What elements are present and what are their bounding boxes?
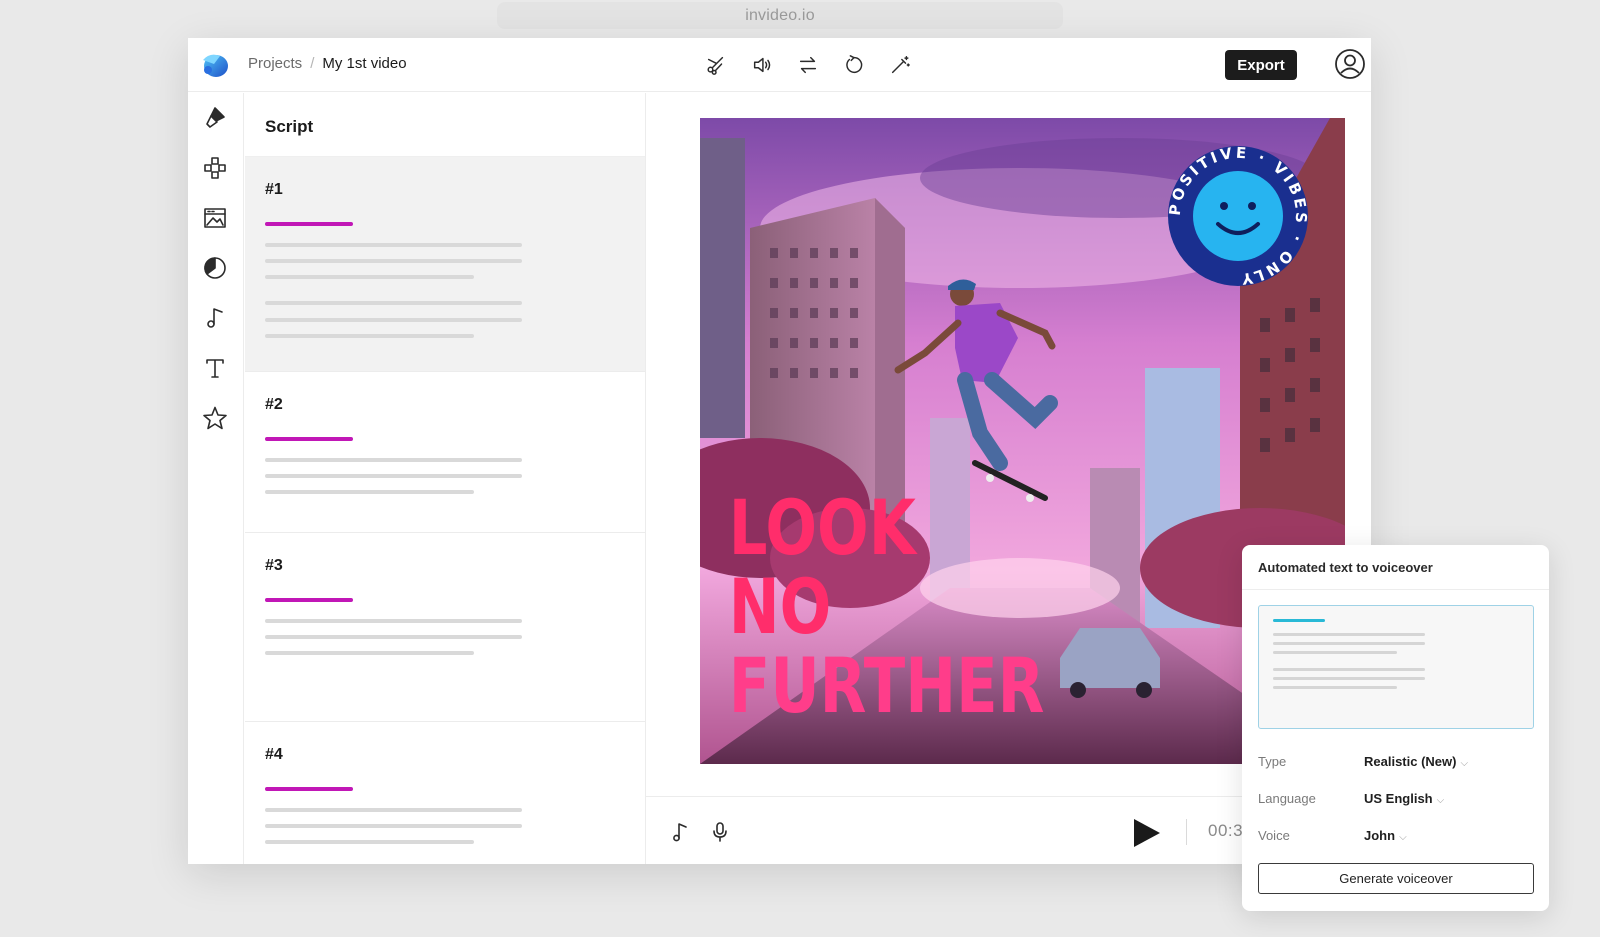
generate-voiceover-button[interactable]: Generate voiceover — [1258, 863, 1534, 894]
voiceover-text-line — [1273, 686, 1397, 689]
language-value: US English — [1364, 791, 1433, 806]
scene-text-line — [265, 334, 474, 338]
chevron-down-icon: ⌵ — [1460, 758, 1469, 769]
voiceover-text-line — [1273, 668, 1425, 671]
language-label: Language — [1258, 791, 1316, 806]
breadcrumb-separator: / — [310, 55, 315, 72]
voice-select[interactable]: John ⌵ — [1364, 828, 1407, 843]
chevron-down-icon: ⌵ — [1436, 795, 1445, 806]
scene-text-line — [265, 619, 522, 623]
scene-text-line — [265, 259, 522, 263]
voiceover-accent-bar — [1273, 619, 1325, 622]
scene-text-line — [265, 651, 474, 655]
scene-text-line — [265, 301, 522, 305]
scene-text-line — [265, 474, 522, 478]
scene-text-line — [265, 243, 522, 247]
script-title: Script — [245, 93, 645, 157]
scene-text-line — [265, 824, 522, 828]
voice-value: John — [1364, 828, 1396, 843]
scene-accent-bar — [265, 222, 353, 226]
user-avatar-icon[interactable] — [1334, 48, 1366, 80]
scene-number: #3 — [265, 557, 283, 574]
scene-text-line — [265, 318, 522, 322]
scene-accent-bar — [265, 437, 353, 441]
music-track-icon[interactable] — [668, 820, 692, 844]
voiceover-text-area[interactable] — [1258, 605, 1534, 729]
play-button[interactable] — [1129, 816, 1163, 850]
music-icon[interactable] — [200, 303, 230, 333]
swap-icon[interactable] — [792, 50, 824, 80]
invideo-logo-icon[interactable] — [200, 50, 230, 80]
scissors-icon[interactable] — [700, 50, 732, 80]
scene-text-line — [265, 840, 474, 844]
scene-card-4[interactable]: #4 — [245, 722, 645, 864]
preview-headline-line-1: LOOK — [729, 484, 918, 572]
breadcrumb: Projects / My 1st video — [248, 55, 407, 72]
type-label: Type — [1258, 754, 1287, 769]
scene-text-line — [265, 458, 522, 462]
scene-number: #1 — [265, 181, 283, 198]
voiceover-title: Automated text to voiceover — [1258, 560, 1433, 575]
sticker-icon[interactable] — [200, 253, 230, 283]
scene-number: #2 — [265, 396, 283, 413]
star-icon[interactable] — [200, 403, 230, 433]
scene-card-3[interactable]: #3 — [245, 533, 645, 722]
scene-card-1[interactable]: #1 — [245, 157, 645, 372]
preview-headline-line-3: FURTHER — [729, 642, 1045, 730]
magic-wand-icon[interactable] — [884, 50, 916, 80]
voiceover-panel: Automated text to voiceover Type Realist… — [1242, 545, 1549, 911]
brush-icon[interactable] — [200, 103, 230, 133]
time-divider — [1186, 819, 1187, 845]
rotate-icon[interactable] — [838, 50, 870, 80]
chevron-down-icon: ⌵ — [1399, 832, 1407, 843]
voiceover-text-line — [1273, 642, 1425, 645]
browser-url-bar[interactable]: invideo.io — [497, 2, 1063, 29]
scene-card-2[interactable]: #2 — [245, 372, 645, 533]
media-icon[interactable] — [200, 203, 230, 233]
tool-rail — [188, 93, 244, 864]
voiceover-text-line — [1273, 633, 1425, 636]
scene-accent-bar — [265, 787, 353, 791]
top-bar: Projects / My 1st video Export — [188, 38, 1371, 92]
text-icon[interactable] — [200, 353, 230, 383]
scene-accent-bar — [265, 598, 353, 602]
breadcrumb-current: My 1st video — [322, 55, 407, 72]
voice-label: Voice — [1258, 828, 1290, 843]
breadcrumb-projects-link[interactable]: Projects — [248, 55, 302, 72]
voiceover-text-line — [1273, 677, 1425, 680]
elements-icon[interactable] — [200, 153, 230, 183]
edit-toolbar — [700, 50, 916, 80]
type-select[interactable]: Realistic (New) ⌵ — [1364, 754, 1468, 769]
language-select[interactable]: US English ⌵ — [1364, 791, 1444, 806]
browser-url: invideo.io — [745, 6, 815, 24]
type-value: Realistic (New) — [1364, 754, 1457, 769]
scene-text-line — [265, 275, 474, 279]
preview-headline-line-2: NO — [729, 563, 832, 651]
scene-text-line — [265, 635, 522, 639]
volume-icon[interactable] — [746, 50, 778, 80]
scene-text-line — [265, 490, 474, 494]
microphone-icon[interactable] — [708, 820, 732, 844]
export-button[interactable]: Export — [1225, 50, 1297, 80]
scene-number: #4 — [265, 746, 283, 763]
script-panel: Script #1 #2 #3 #4 — [245, 93, 646, 864]
editor-window: Projects / My 1st video Export Script #1… — [188, 38, 1371, 864]
voiceover-text-line — [1273, 651, 1397, 654]
voiceover-divider — [1242, 589, 1549, 590]
scene-text-line — [265, 808, 522, 812]
